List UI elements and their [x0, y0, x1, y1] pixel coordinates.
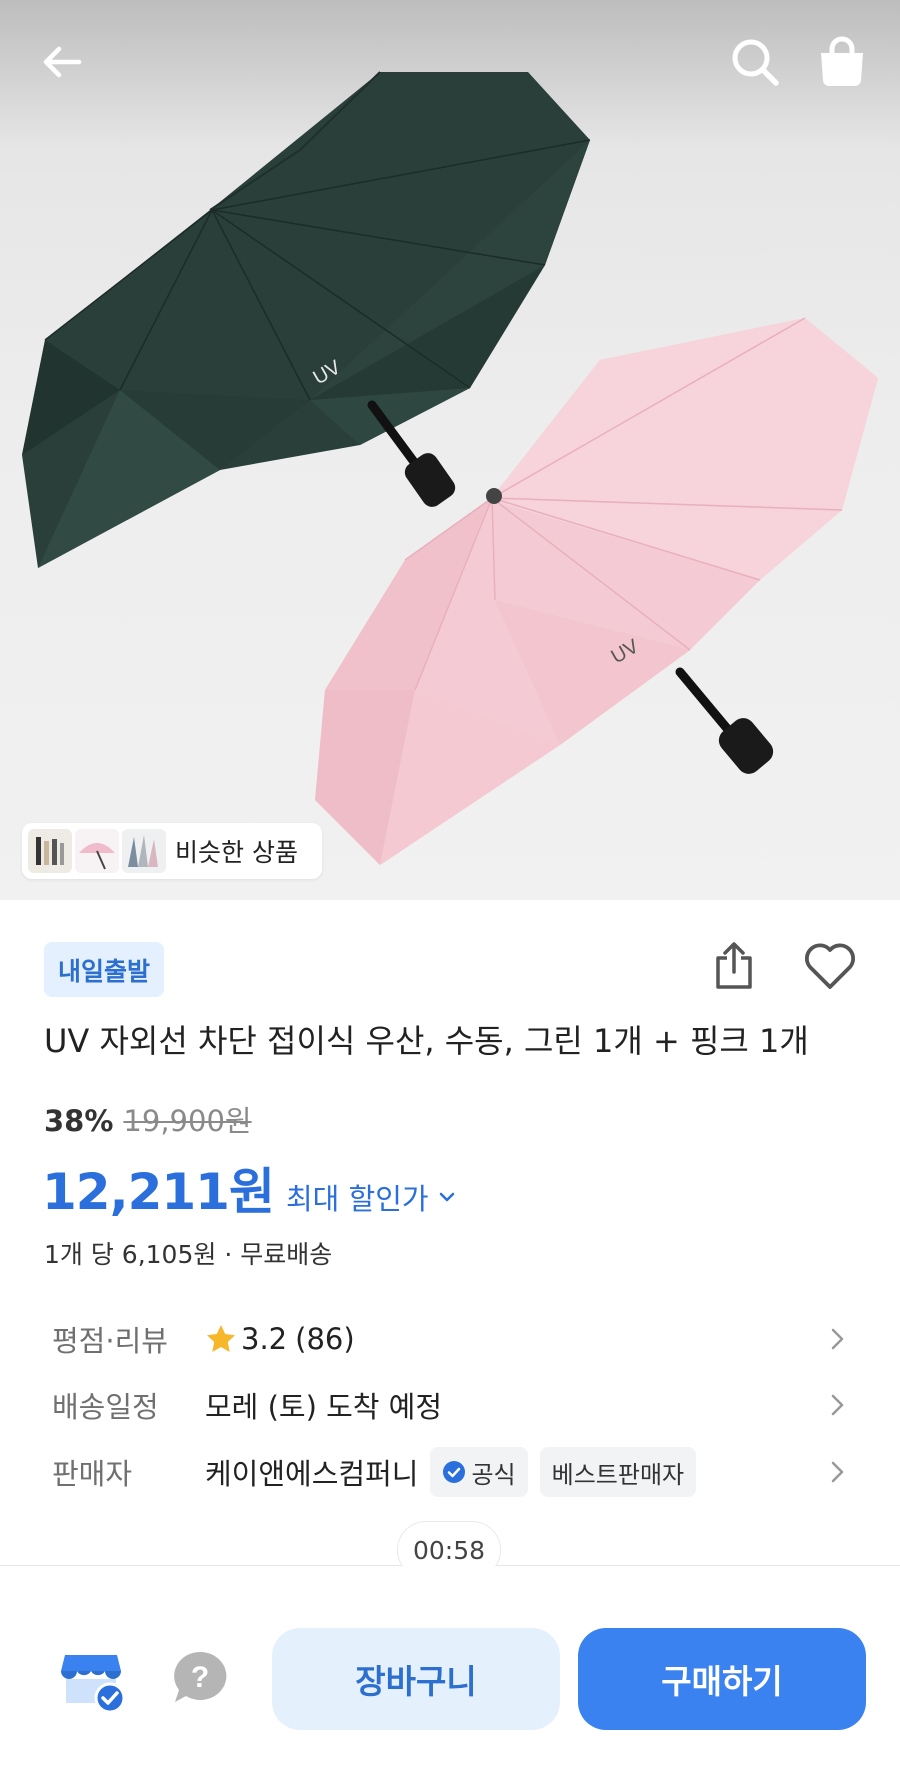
- rating-score: 3.2: [241, 1322, 288, 1356]
- chevron-right-icon: [831, 1328, 844, 1350]
- store-button[interactable]: [55, 1643, 127, 1715]
- chevron-right-icon: [831, 1461, 844, 1483]
- discount-percent: 38%: [44, 1104, 114, 1138]
- delivery-label: 배송일정: [52, 1390, 159, 1424]
- seller-name: 케이앤에스컴퍼니: [205, 1457, 419, 1491]
- review-count: (86): [295, 1322, 355, 1356]
- chevron-right-icon: [831, 1394, 844, 1416]
- max-discount-toggle[interactable]: 최대 할인가: [286, 1176, 459, 1218]
- heart-icon: [804, 943, 856, 989]
- svg-text:?: ?: [191, 1661, 209, 1694]
- share-icon: [716, 942, 752, 989]
- similar-products-label: 비슷한 상품: [175, 838, 298, 867]
- star-icon: [207, 1325, 235, 1352]
- similar-products-button[interactable]: 비슷한 상품: [22, 823, 322, 879]
- discount-row: 38% 19,900원: [44, 1098, 252, 1140]
- search-button[interactable]: [721, 28, 789, 96]
- original-price: 19,900원: [123, 1104, 252, 1138]
- max-discount-label: 최대 할인가: [285, 1182, 429, 1216]
- seller-row[interactable]: 판매자 케이앤에스컴퍼니 공식 베스트판매자: [52, 1447, 852, 1497]
- shopping-bag-icon: [821, 36, 863, 86]
- official-tag: 공식: [430, 1447, 528, 1497]
- sale-price: 12,211원: [42, 1163, 275, 1221]
- cart-bag-button[interactable]: [808, 28, 876, 96]
- similar-thumb-1: [28, 829, 72, 873]
- similar-thumb-2: [75, 829, 119, 873]
- rating-row[interactable]: 평점·리뷰 3.2 (86): [52, 1314, 852, 1364]
- product-image[interactable]: UV UV 비슷한 상품: [0, 0, 900, 900]
- price-row: 12,211원 최대 할인가: [42, 1152, 459, 1224]
- similar-thumb-3: [122, 829, 166, 873]
- wishlist-button[interactable]: [800, 936, 860, 996]
- question-icon: ?: [174, 1651, 227, 1702]
- seller-label: 판매자: [52, 1457, 133, 1491]
- verified-check-icon: [443, 1461, 466, 1483]
- best-seller-tag: 베스트판매자: [539, 1447, 697, 1497]
- product-title: UV 자외선 차단 접이식 우산, 수동, 그린 1개 + 핑크 1개: [44, 1022, 809, 1060]
- store-icon: [61, 1655, 125, 1713]
- buy-now-button[interactable]: 구매하기: [578, 1628, 866, 1730]
- inquiry-button[interactable]: ?: [164, 1643, 236, 1715]
- chevron-down-icon: [439, 1192, 454, 1202]
- search-icon: [732, 39, 779, 86]
- delivery-badge: 내일출발: [44, 942, 165, 997]
- back-arrow-icon: [43, 46, 82, 78]
- seller-value: 케이앤에스컴퍼니 공식 베스트판매자: [205, 1447, 697, 1497]
- delivery-row[interactable]: 배송일정 모레 (토) 도착 예정: [52, 1380, 852, 1430]
- rating-value: 3.2 (86): [205, 1322, 355, 1356]
- official-tag-label: 공식: [471, 1460, 516, 1489]
- umbrella-illustration: UV UV: [22, 71, 878, 865]
- add-to-cart-button[interactable]: 장바구니: [272, 1628, 560, 1730]
- delivery-value: 모레 (토) 도착 예정: [205, 1390, 443, 1424]
- unit-price-shipping: 1개 당 6,105원 · 무료배송: [44, 1240, 333, 1269]
- share-button[interactable]: [704, 936, 764, 996]
- back-button[interactable]: [28, 28, 96, 96]
- rating-label: 평점·리뷰: [52, 1324, 168, 1358]
